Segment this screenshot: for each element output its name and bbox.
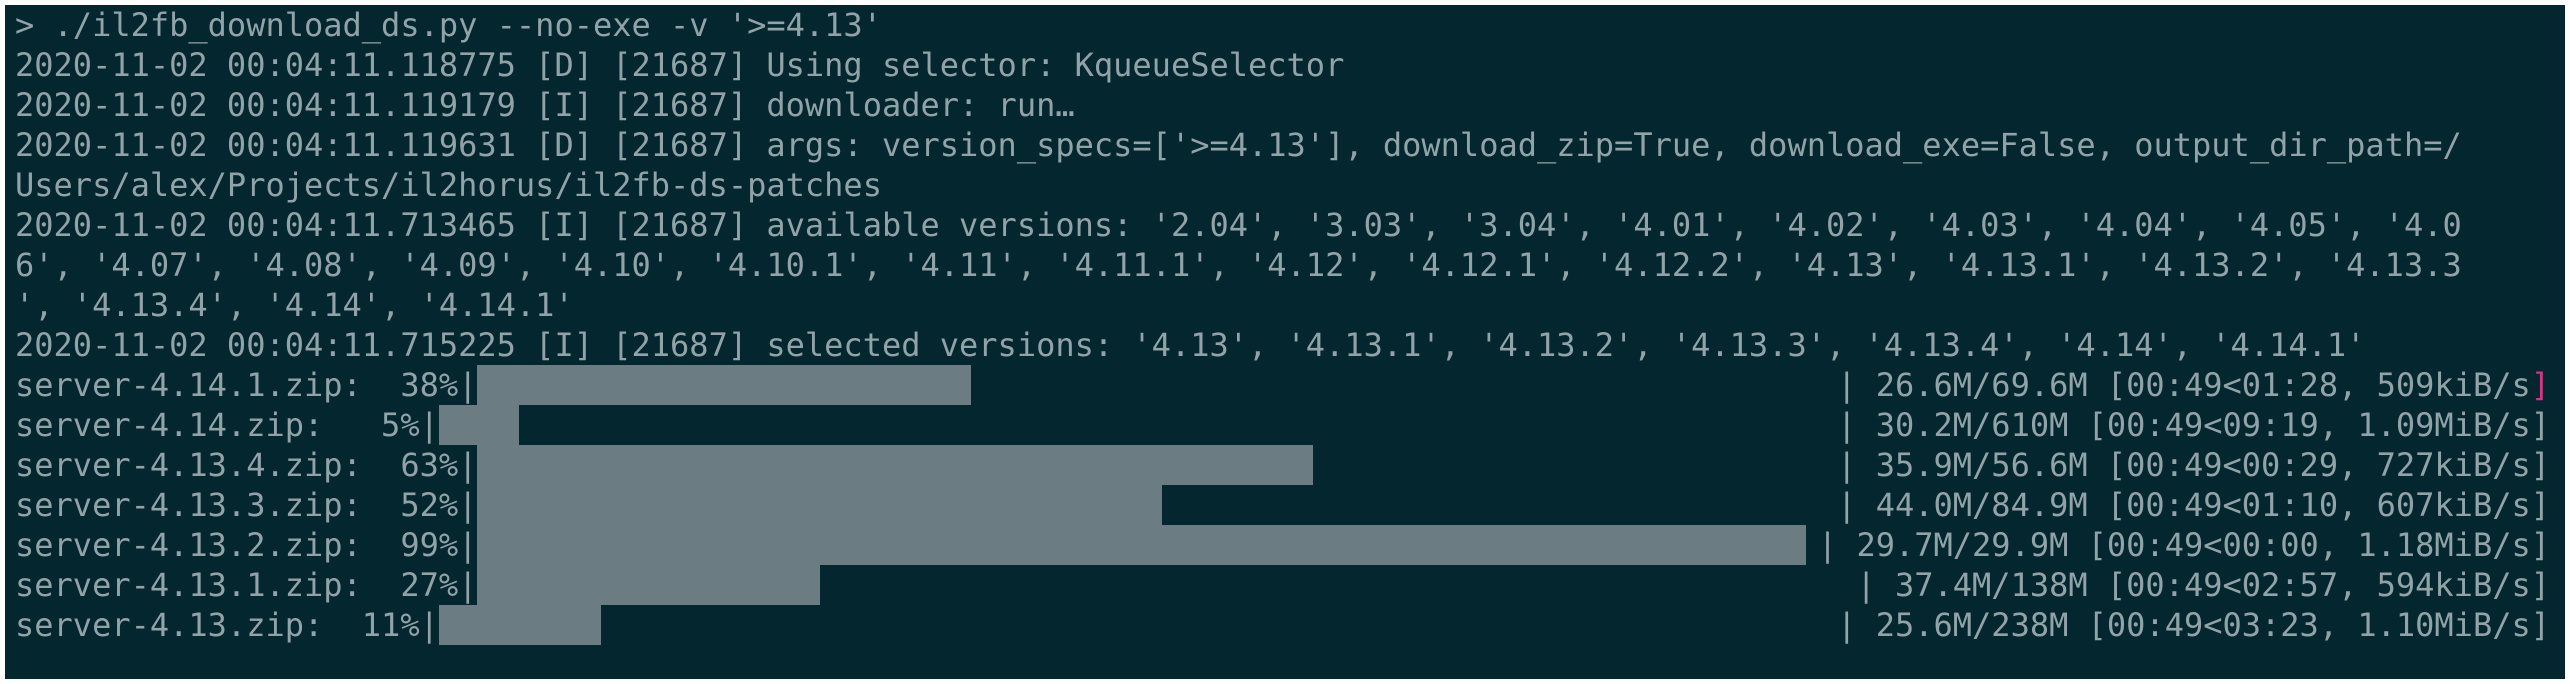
- download-stats-text: | 30.2M/610M [00:49<09:19, 1.09MiB/s]: [1837, 406, 2550, 444]
- download-progress-bar: [477, 525, 1807, 565]
- download-progress-bar: [438, 605, 601, 645]
- download-progress-bar: [477, 485, 1163, 525]
- log-line: Users/alex/Projects/il2horus/il2fb-ds-pa…: [15, 166, 882, 204]
- log-line: 2020-11-02 00:04:11.713465 [I] [21687] a…: [15, 206, 2462, 244]
- download-stats-text: | 35.9M/56.6M [00:49<00:29, 727kiB/s]: [1837, 446, 2550, 484]
- download-stats-text: | 26.6M/69.6M [00:49<01:28, 509kiB/s: [1837, 366, 2531, 404]
- download-filename-label: server-4.14.zip: 5%|: [15, 406, 439, 444]
- download-filename-label: server-4.13.3.zip: 52%|: [15, 486, 478, 524]
- download-stats-text: | 25.6M/238M [00:49<03:23, 1.10MiB/s]: [1837, 606, 2550, 644]
- log-line: ', '4.13.4', '4.14', '4.14.1': [15, 286, 574, 324]
- log-line: 2020-11-02 00:04:11.119179 [I] [21687] d…: [15, 86, 1075, 124]
- download-stats-text: | 44.0M/84.9M [00:49<01:10, 607kiB/s]: [1837, 486, 2550, 524]
- download-stats: | 35.9M/56.6M [00:49<00:29, 727kiB/s]: [1837, 445, 2550, 485]
- download-progress-bar: [438, 405, 519, 445]
- download-stats: | 29.7M/29.9M [00:49<00:00, 1.18MiB/s]: [1818, 525, 2550, 565]
- log-line: 6', '4.07', '4.08', '4.09', '4.10', '4.1…: [15, 246, 2462, 284]
- download-filename-label: server-4.13.4.zip: 63%|: [15, 446, 478, 484]
- download-stats-text: | 29.7M/29.9M [00:49<00:00, 1.18MiB/s]: [1817, 526, 2550, 564]
- command-line: > ./il2fb_download_ds.py --no-exe -v '>=…: [15, 6, 882, 44]
- download-stats: | 26.6M/69.6M [00:49<01:28, 509kiB/s]: [1837, 365, 2550, 405]
- log-line: 2020-11-02 00:04:11.118775 [D] [21687] U…: [15, 46, 1345, 84]
- download-stats-text: | 37.4M/138M [00:49<02:57, 594kiB/s]: [1856, 566, 2550, 604]
- download-stats: | 37.4M/138M [00:49<02:57, 594kiB/s]: [1856, 565, 2550, 605]
- download-stats: | 30.2M/610M [00:49<09:19, 1.09MiB/s]: [1837, 405, 2550, 445]
- download-filename-label: server-4.13.zip: 11%|: [15, 606, 439, 644]
- log-line: 2020-11-02 00:04:11.119631 [D] [21687] a…: [15, 126, 2462, 164]
- download-filename-label: server-4.13.1.zip: 27%|: [15, 566, 478, 604]
- download-filename-label: server-4.14.1.zip: 38%|: [15, 366, 478, 404]
- download-progress-bar: [477, 565, 820, 605]
- text-cursor: ]: [2530, 366, 2550, 404]
- download-stats: | 44.0M/84.9M [00:49<01:10, 607kiB/s]: [1837, 485, 2550, 525]
- download-progress-bar: [477, 445, 1314, 485]
- download-filename-label: server-4.13.2.zip: 99%|: [15, 526, 478, 564]
- terminal-window[interactable]: > ./il2fb_download_ds.py --no-exe -v '>=…: [5, 5, 2565, 679]
- download-stats: | 25.6M/238M [00:49<03:23, 1.10MiB/s]: [1837, 605, 2550, 645]
- download-progress-bar: [477, 365, 971, 405]
- log-line: 2020-11-02 00:04:11.715225 [I] [21687] s…: [15, 326, 2366, 364]
